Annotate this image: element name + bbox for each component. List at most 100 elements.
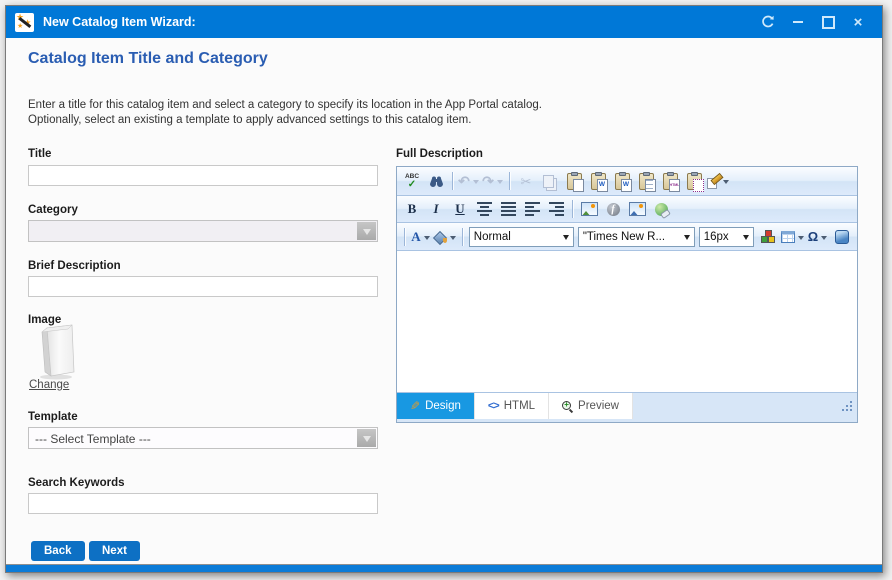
font-name-value: "Times New R...	[583, 231, 665, 243]
format-stripper-icon	[707, 175, 720, 188]
refresh-button[interactable]	[760, 14, 776, 30]
flash-manager-button[interactable]: f	[602, 198, 624, 220]
editor-toolbar-row-2: B I U f	[397, 196, 857, 223]
editor-content-area[interactable]	[397, 251, 857, 393]
spellcheck-icon: ABC✓	[405, 174, 419, 189]
image-manager-button[interactable]	[578, 198, 600, 220]
paste-xhtml-button[interactable]	[683, 170, 705, 192]
undo-button[interactable]: ↶	[458, 170, 480, 192]
toolbar-separator	[404, 228, 405, 246]
editor-resize-grip[interactable]	[841, 401, 852, 412]
combo-caret-icon	[743, 235, 749, 243]
search-keywords-input[interactable]	[28, 493, 378, 514]
paste-button[interactable]	[563, 170, 585, 192]
category-label: Category	[28, 204, 78, 216]
copy-button[interactable]	[539, 170, 561, 192]
spellcheck-button[interactable]: ABC✓	[401, 170, 423, 192]
insert-table-button[interactable]	[781, 226, 805, 248]
full-description-label: Full Description	[396, 148, 483, 160]
italic-icon: I	[433, 201, 438, 217]
insert-symbol-button[interactable]: Ω	[807, 226, 829, 248]
insert-media-button[interactable]	[831, 226, 853, 248]
foreground-color-button[interactable]: A	[410, 226, 432, 248]
italic-button[interactable]: I	[425, 198, 447, 220]
hyperlink-globe-icon	[655, 203, 668, 216]
back-button[interactable]: Back	[31, 541, 85, 561]
redo-icon: ↷	[482, 174, 494, 188]
paste-from-word-button[interactable]: W	[587, 170, 609, 192]
window-title: New Catalog Item Wizard:	[43, 15, 760, 29]
align-right-icon	[549, 202, 564, 216]
brief-description-input[interactable]	[28, 276, 378, 297]
editor-toolbar-row-1: ABC✓ ↶ ↷ ✂ W W HTML	[397, 167, 857, 196]
background-color-dropdown-icon	[450, 236, 456, 243]
tab-html[interactable]: <> HTML	[475, 393, 549, 419]
underline-icon: U	[455, 201, 464, 217]
align-left-icon	[525, 202, 540, 216]
justify-button[interactable]	[497, 198, 519, 220]
undo-dropdown-icon	[473, 180, 479, 187]
category-dropdown-arrow-icon[interactable]	[357, 222, 376, 240]
font-size-value: 16px	[704, 231, 729, 243]
window-bottom-frame	[6, 564, 882, 572]
magnifier-icon: +	[562, 401, 573, 412]
category-dropdown[interactable]	[28, 220, 378, 242]
paint-bucket-icon	[434, 231, 447, 243]
find-replace-button[interactable]	[425, 170, 447, 192]
hyperlink-manager-button[interactable]	[650, 198, 672, 220]
code-brackets-icon: <>	[488, 400, 499, 412]
cut-button[interactable]: ✂	[515, 170, 537, 192]
background-color-button[interactable]	[434, 226, 457, 248]
pencil-icon: ✎	[410, 399, 420, 413]
align-right-button[interactable]	[545, 198, 567, 220]
paragraph-style-combo[interactable]: Normal	[469, 227, 574, 247]
symbol-dropdown-icon	[821, 236, 827, 243]
format-stripper-button[interactable]	[707, 170, 730, 192]
page-description: Enter a title for this catalog item and …	[28, 98, 542, 128]
page-title: Catalog Item Title and Category	[28, 50, 268, 68]
tab-preview[interactable]: + Preview	[549, 393, 633, 419]
paste-plain-text-button[interactable]	[635, 170, 657, 192]
redo-button[interactable]: ↷	[482, 170, 504, 192]
image-icon	[581, 202, 598, 216]
paste-from-word-no-styles-button[interactable]: W	[611, 170, 633, 192]
close-button[interactable]: ×	[850, 14, 866, 30]
change-image-link[interactable]: Change	[29, 379, 69, 391]
title-bar: ★ ★ ★ New Catalog Item Wizard: ×	[6, 6, 882, 38]
font-name-combo[interactable]: "Times New R...	[578, 227, 695, 247]
custom-links-icon	[761, 230, 775, 243]
font-size-combo[interactable]: 16px	[699, 227, 755, 247]
maximize-button[interactable]	[820, 14, 836, 30]
tab-design[interactable]: ✎ Design	[397, 393, 475, 419]
full-description-editor: ABC✓ ↶ ↷ ✂ W W HTML	[396, 166, 858, 423]
paragraph-style-value: Normal	[474, 231, 511, 243]
paste-from-word-no-styles-icon: W	[615, 173, 630, 190]
description-line-1: Enter a title for this catalog item and …	[28, 98, 542, 113]
wizard-content: Catalog Item Title and Category Enter a …	[6, 38, 882, 565]
combo-caret-icon	[563, 235, 569, 243]
template-dropdown-arrow-icon[interactable]	[357, 429, 376, 447]
paste-xhtml-icon	[687, 173, 702, 190]
search-keywords-label: Search Keywords	[28, 477, 125, 489]
font-color-icon: A	[411, 230, 420, 243]
paste-as-html-button[interactable]: HTML	[659, 170, 681, 192]
toolbar-separator	[462, 228, 463, 246]
insert-custom-links-button[interactable]	[757, 226, 779, 248]
align-left-button[interactable]	[521, 198, 543, 220]
bold-button[interactable]: B	[401, 198, 423, 220]
brief-description-label: Brief Description	[28, 260, 121, 272]
template-dropdown[interactable]: --- Select Template ---	[28, 427, 378, 449]
paste-as-html-icon: HTML	[663, 173, 678, 190]
catalog-item-image	[34, 322, 80, 385]
underline-button[interactable]: U	[449, 198, 471, 220]
align-center-button[interactable]	[473, 198, 495, 220]
redo-dropdown-icon	[497, 180, 503, 187]
media-manager-button[interactable]	[626, 198, 648, 220]
title-input[interactable]	[28, 165, 378, 186]
next-button[interactable]: Next	[89, 541, 140, 561]
close-icon: ×	[854, 15, 863, 30]
minimize-button[interactable]	[790, 14, 806, 30]
toolbar-separator	[572, 200, 573, 218]
template-label: Template	[28, 411, 78, 423]
maximize-icon	[822, 16, 835, 29]
